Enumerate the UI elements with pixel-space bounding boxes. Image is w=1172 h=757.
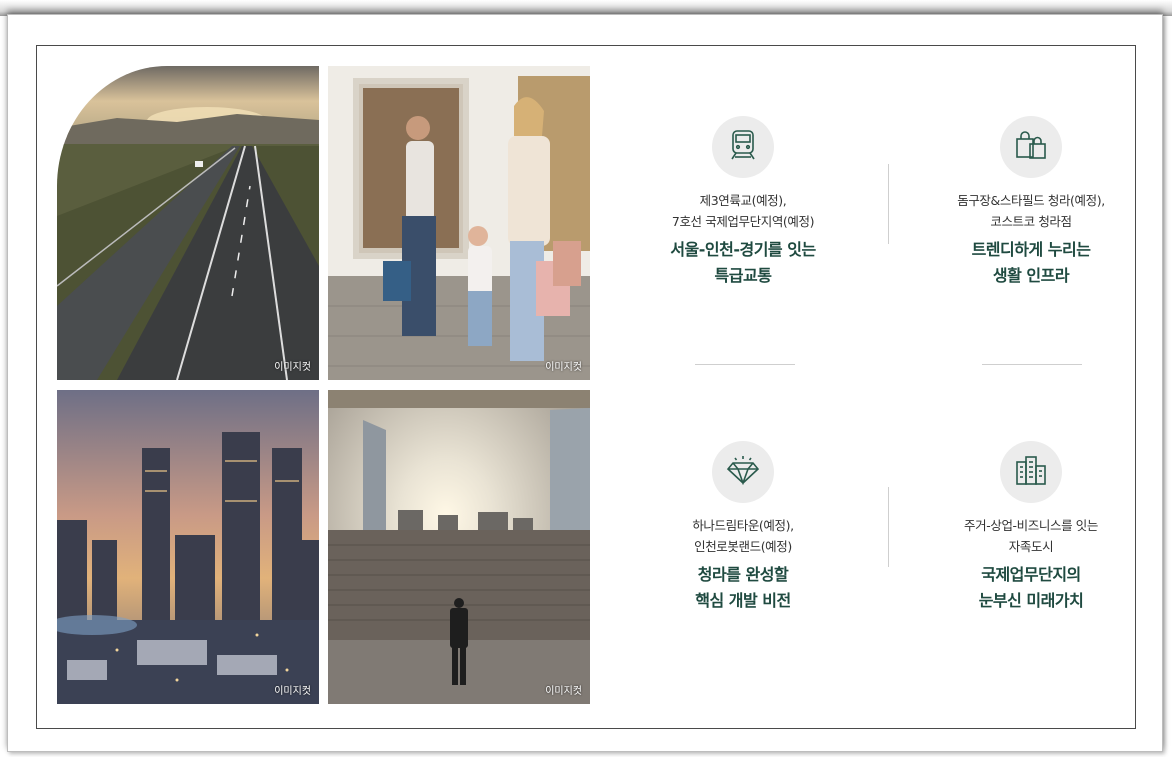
feature-subtext: 주거-상업-비즈니스를 잇는 자족도시 bbox=[964, 518, 1098, 554]
icon-circle bbox=[1000, 116, 1062, 178]
feature-subtext: 하나드림타운(예정), 인천로봇랜드(예정) bbox=[692, 518, 794, 554]
city-skyline-photo: 이미지컷 bbox=[57, 390, 319, 704]
icon-circle bbox=[1000, 441, 1062, 503]
photo-caption: 이미지컷 bbox=[545, 686, 582, 697]
feature-title: 국제업무단지의 눈부신 미래가치 bbox=[978, 565, 1084, 610]
highway-photo: 이미지컷 bbox=[57, 66, 319, 380]
buildings-icon bbox=[1014, 454, 1048, 490]
shopping-bags-icon bbox=[1014, 129, 1048, 165]
feature-infrastructure: 돔구장&스타필드 청라(예정), 코스트코 청라점 트렌디하게 누리는 생활 인… bbox=[906, 116, 1156, 289]
feature-title: 서울-인천-경기를 잇는 특급교통 bbox=[670, 240, 816, 285]
feature-development: 하나드림타운(예정), 인천로봇랜드(예정) 청라를 완성할 핵심 개발 비전 bbox=[618, 441, 868, 614]
sunrise-business-photo: 이미지컷 bbox=[328, 390, 590, 704]
train-icon bbox=[728, 129, 758, 165]
photo-caption: 이미지컷 bbox=[545, 362, 582, 373]
icon-circle bbox=[712, 441, 774, 503]
vertical-divider bbox=[888, 164, 889, 244]
photo-caption: 이미지컷 bbox=[274, 686, 311, 697]
vertical-divider bbox=[888, 487, 889, 567]
horizontal-divider bbox=[695, 364, 795, 365]
feature-transport: 제3연륙교(예정), 7호선 국제업무단지역(예정) 서울-인천-경기를 잇는 … bbox=[618, 116, 868, 289]
feature-subtext: 돔구장&스타필드 청라(예정), 코스트코 청라점 bbox=[957, 193, 1105, 229]
feature-title: 청라를 완성할 핵심 개발 비전 bbox=[695, 565, 791, 610]
icon-circle bbox=[712, 116, 774, 178]
diamond-icon bbox=[726, 455, 760, 489]
photo-caption: 이미지컷 bbox=[274, 362, 311, 373]
feature-title: 트렌디하게 누리는 생활 인프라 bbox=[971, 240, 1091, 285]
horizontal-divider bbox=[982, 364, 1082, 365]
feature-subtext: 제3연륙교(예정), 7호선 국제업무단지역(예정) bbox=[671, 193, 815, 229]
shopping-family-photo: 이미지컷 bbox=[328, 66, 590, 380]
feature-business-district: 주거-상업-비즈니스를 잇는 자족도시 국제업무단지의 눈부신 미래가치 bbox=[906, 441, 1156, 614]
